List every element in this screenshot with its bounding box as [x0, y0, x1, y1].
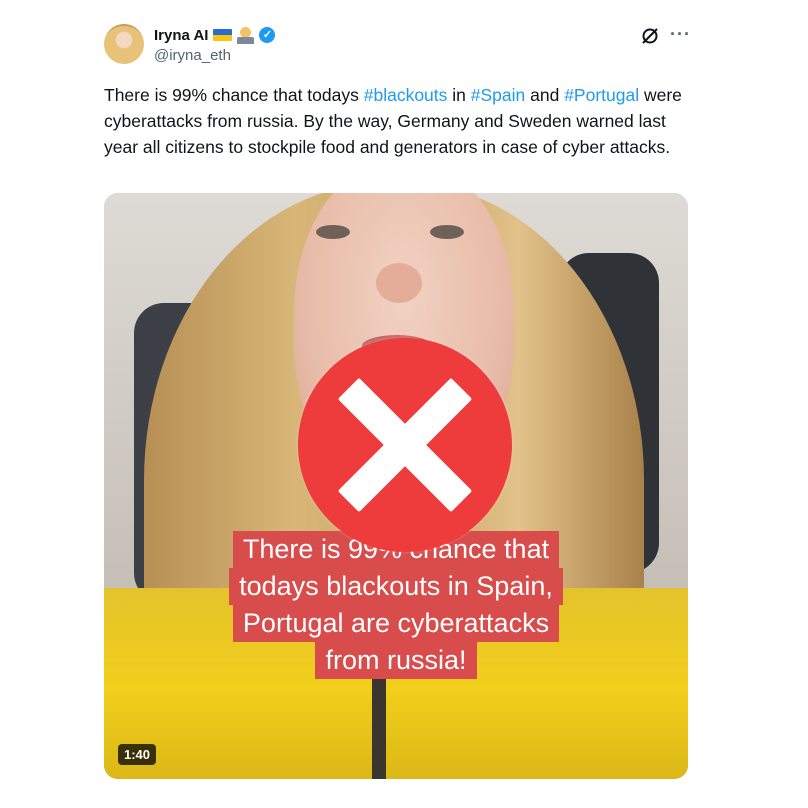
tweet-text-segment: and [525, 85, 565, 105]
tweet-text-segment: There is 99% chance that todays [104, 85, 364, 105]
technologist-emoji-icon [237, 26, 255, 44]
video-player[interactable]: There is 99% chance that todays blackout… [104, 193, 688, 779]
ukraine-flag-icon [213, 29, 233, 41]
tweet-text: There is 99% chance that todays #blackou… [104, 82, 694, 160]
tweet-text-segment: in [447, 85, 471, 105]
jacket-zipper [372, 673, 386, 779]
hashtag-link-spain[interactable]: #Spain [471, 85, 526, 105]
caption-line: from russia! [315, 642, 477, 679]
video-caption: There is 99% chance that todays blackout… [104, 531, 688, 679]
author-row: Iryna AI ✓ [154, 25, 276, 45]
video-duration: 1:40 [118, 744, 157, 765]
eye-left [316, 225, 350, 239]
hashtag-link-blackouts[interactable]: #blackouts [364, 85, 448, 105]
caption-line: Portugal are cyberattacks [232, 605, 560, 642]
more-options-icon[interactable]: ··· [670, 24, 691, 45]
hashtag-link-portugal[interactable]: #Portugal [564, 85, 639, 105]
eye-right [430, 225, 464, 239]
caption-line: todays blackouts in Spain, [229, 568, 563, 605]
nose [376, 263, 422, 303]
grok-icon[interactable] [640, 26, 660, 46]
avatar[interactable] [104, 24, 144, 64]
author-name[interactable]: Iryna AI [154, 27, 208, 44]
red-x-icon [298, 338, 512, 552]
author-handle[interactable]: @iryna_eth [154, 47, 231, 64]
verified-badge-icon: ✓ [259, 27, 276, 43]
